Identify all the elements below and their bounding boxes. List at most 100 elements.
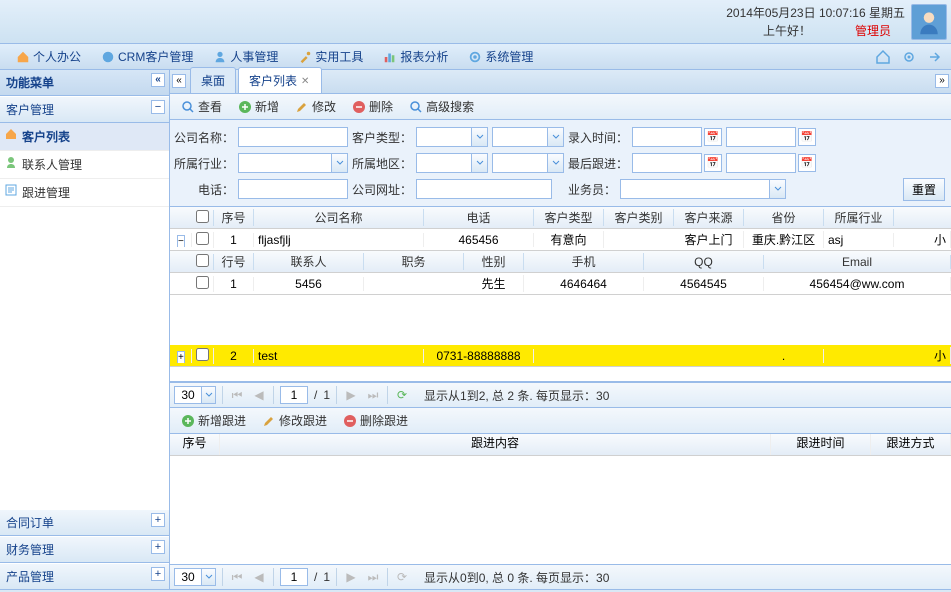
table-row[interactable]: + 2 test 0731-88888888 . 小: [170, 345, 951, 367]
expand-sidebar-icon[interactable]: «: [172, 74, 186, 88]
followcol-content[interactable]: 跟进内容: [220, 434, 771, 455]
calendar-icon[interactable]: 📅: [704, 128, 722, 146]
page-input[interactable]: [280, 386, 308, 404]
close-icon[interactable]: ✕: [301, 76, 311, 86]
expand-row-icon[interactable]: +: [177, 351, 185, 363]
subcol-contact[interactable]: 联系人: [254, 253, 364, 270]
nav-tools[interactable]: 实用工具: [288, 48, 373, 65]
salesman-input[interactable]: [620, 179, 770, 199]
nav-personal[interactable]: 个人办公: [6, 48, 91, 65]
edit-follow-button[interactable]: 修改跟进: [255, 409, 334, 432]
home-quick-icon[interactable]: [875, 49, 891, 65]
first-page-icon[interactable]: ⏮: [229, 569, 245, 585]
last-from-input[interactable]: [632, 153, 702, 173]
type-combo[interactable]: [416, 127, 488, 147]
subcol-title[interactable]: 职务: [364, 253, 464, 270]
calendar-icon[interactable]: 📅: [798, 154, 816, 172]
collapse-row-icon[interactable]: −: [177, 235, 185, 247]
region-input[interactable]: [416, 153, 472, 173]
col-province[interactable]: 省份: [744, 209, 824, 226]
row-checkbox[interactable]: [196, 232, 209, 245]
nav-crm[interactable]: CRM客户管理: [91, 48, 203, 65]
type-input[interactable]: [416, 127, 472, 147]
table-row[interactable]: − 1 fljasfjlj 465456 有意向 客户上门 重庆.黔江区 asj…: [170, 229, 951, 251]
col-cat[interactable]: 客户类别: [604, 209, 674, 226]
chevron-down-icon[interactable]: [770, 179, 786, 199]
page-size-combo[interactable]: [174, 386, 216, 404]
chevron-down-icon[interactable]: [332, 153, 348, 173]
collapse-right-icon[interactable]: »: [935, 74, 949, 88]
reset-button[interactable]: 重置: [903, 178, 945, 201]
nav-reports[interactable]: 报表分析: [373, 48, 458, 65]
next-page-icon[interactable]: ▶: [343, 569, 359, 585]
time-to-input[interactable]: [726, 127, 796, 147]
time-from-input[interactable]: [632, 127, 702, 147]
sidebar-group-product[interactable]: 产品管理 +: [0, 563, 169, 590]
sidebar-group-contract[interactable]: 合同订单 +: [0, 509, 169, 536]
subcol-qq[interactable]: QQ: [644, 255, 764, 269]
advanced-search-button[interactable]: 高级搜索: [402, 95, 481, 118]
salesman-combo[interactable]: [620, 179, 786, 199]
tab-customers[interactable]: 客户列表✕: [238, 67, 322, 93]
followcol-seq[interactable]: 序号: [170, 434, 220, 455]
row-checkbox[interactable]: [196, 348, 209, 361]
sidebar-item-followup[interactable]: 跟进管理: [0, 179, 169, 207]
col-phone[interactable]: 电话: [424, 209, 534, 226]
subgrid-row[interactable]: 1 5456 先生 4646464 4564545 456454@ww.com: [170, 273, 951, 295]
nav-system[interactable]: 系统管理: [458, 48, 543, 65]
page-input[interactable]: [280, 568, 308, 586]
industry-input[interactable]: [238, 153, 332, 173]
col-company[interactable]: 公司名称: [254, 209, 424, 226]
tab-desktop[interactable]: 桌面: [190, 67, 236, 93]
type-input2[interactable]: [492, 127, 548, 147]
chevron-down-icon[interactable]: [548, 153, 564, 173]
col-source[interactable]: 客户来源: [674, 209, 744, 226]
region-combo[interactable]: [416, 153, 488, 173]
add-follow-button[interactable]: 新增跟进: [174, 409, 253, 432]
prev-page-icon[interactable]: ◀: [251, 387, 267, 403]
calendar-icon[interactable]: 📅: [798, 128, 816, 146]
avatar[interactable]: [911, 4, 947, 40]
nav-hr[interactable]: 人事管理: [203, 48, 288, 65]
logout-quick-icon[interactable]: [927, 49, 943, 65]
subcol-gender[interactable]: 性别: [464, 253, 524, 270]
phone-input[interactable]: [238, 179, 348, 199]
industry-combo[interactable]: [238, 153, 348, 173]
prev-page-icon[interactable]: ◀: [251, 569, 267, 585]
region-input2[interactable]: [492, 153, 548, 173]
next-page-icon[interactable]: ▶: [343, 387, 359, 403]
edit-button[interactable]: 修改: [288, 95, 343, 118]
chevron-down-icon[interactable]: [202, 386, 216, 404]
settings-quick-icon[interactable]: [901, 49, 917, 65]
sidebar-item-customer-list[interactable]: 客户列表: [0, 123, 169, 151]
expand-group-icon[interactable]: +: [151, 567, 165, 581]
view-button[interactable]: 查看: [174, 95, 229, 118]
page-size-input[interactable]: [174, 386, 202, 404]
subcol-email[interactable]: Email: [764, 255, 951, 269]
sidebar-group-finance[interactable]: 财务管理 +: [0, 536, 169, 563]
website-input[interactable]: [416, 179, 552, 199]
chevron-down-icon[interactable]: [202, 568, 216, 586]
sub-row-checkbox[interactable]: [196, 276, 209, 289]
chevron-down-icon[interactable]: [472, 127, 488, 147]
calendar-icon[interactable]: 📅: [704, 154, 722, 172]
sidebar-item-contacts[interactable]: 联系人管理: [0, 151, 169, 179]
page-size-combo[interactable]: [174, 568, 216, 586]
delete-button[interactable]: 删除: [345, 95, 400, 118]
company-input[interactable]: [238, 127, 348, 147]
collapse-group-icon[interactable]: −: [151, 100, 165, 114]
followcol-method[interactable]: 跟进方式: [871, 434, 951, 455]
last-to-input[interactable]: [726, 153, 796, 173]
region-combo2[interactable]: [492, 153, 564, 173]
col-industry[interactable]: 所属行业: [824, 209, 894, 226]
refresh-icon[interactable]: ⟳: [394, 569, 410, 585]
expand-group-icon[interactable]: +: [151, 513, 165, 527]
sidebar-group-customer[interactable]: 客户管理 −: [0, 96, 169, 123]
followcol-time[interactable]: 跟进时间: [771, 434, 871, 455]
col-seq[interactable]: 序号: [214, 209, 254, 226]
subcol-mobile[interactable]: 手机: [524, 253, 644, 270]
type-combo2[interactable]: [492, 127, 564, 147]
collapse-sidebar-icon[interactable]: «: [151, 73, 165, 87]
col-type[interactable]: 客户类型: [534, 209, 604, 226]
expand-group-icon[interactable]: +: [151, 540, 165, 554]
